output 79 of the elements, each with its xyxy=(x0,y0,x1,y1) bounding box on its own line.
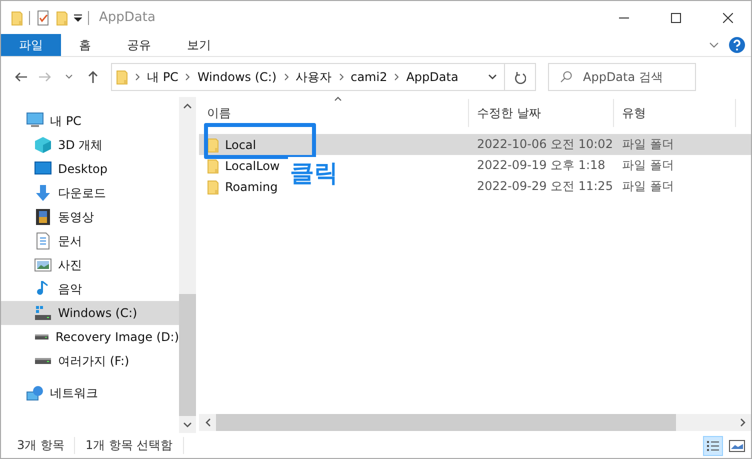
breadcrumb[interactable]: 내 PC xyxy=(147,68,178,86)
file-name: Local xyxy=(225,138,256,152)
window-title: AppData xyxy=(99,10,156,25)
large-icons-view-icon[interactable] xyxy=(729,440,745,452)
selection-count: 1개 항목 선택함 xyxy=(85,437,184,454)
sidebar-item[interactable]: 3D 개체 xyxy=(1,133,179,157)
breadcrumb[interactable]: 사용자 xyxy=(296,68,332,86)
folder-icon xyxy=(56,10,68,26)
back-arrow-icon[interactable] xyxy=(14,70,28,84)
date-modified: 2022-09-29 오전 11:25 xyxy=(477,178,613,195)
sidebar-item[interactable]: 네트워크 xyxy=(1,381,179,405)
chevron-icon xyxy=(185,73,190,81)
monitor-icon xyxy=(26,112,44,130)
column-header[interactable]: 수정한 날짜 xyxy=(469,99,614,127)
sidebar-item[interactable]: Recovery Image (D:) xyxy=(1,325,179,349)
drive-icon xyxy=(35,334,48,340)
maximize-icon[interactable] xyxy=(671,12,681,22)
sidebar-item[interactable]: Windows (C:) xyxy=(1,301,179,325)
breadcrumb[interactable]: AppData xyxy=(406,70,458,84)
details-view-icon[interactable] xyxy=(706,440,720,452)
sidebar-item[interactable]: Desktop xyxy=(1,157,179,181)
file-name[interactable]: LocalLow xyxy=(225,158,280,172)
chevron-icon xyxy=(338,73,344,81)
sort-ascending-icon xyxy=(334,96,342,101)
properties-icon[interactable] xyxy=(36,10,50,26)
ribbon-tab[interactable]: 파일 xyxy=(1,34,61,56)
file-type: 파일 폴더 xyxy=(622,178,674,195)
close-icon[interactable] xyxy=(723,12,733,22)
search-field[interactable]: AppData 검색 xyxy=(548,63,696,91)
download-arrow-icon xyxy=(34,184,52,202)
column-header[interactable]: 유형 xyxy=(614,99,736,127)
scroll-up-icon[interactable] xyxy=(183,102,192,108)
scrollbar-thumb[interactable] xyxy=(179,294,196,416)
folder-icon xyxy=(116,69,128,85)
breadcrumb[interactable]: Windows (C:) xyxy=(197,70,277,84)
expand-ribbon-icon[interactable] xyxy=(709,42,719,48)
network-icon xyxy=(26,384,44,402)
sidebar-item[interactable]: 사진 xyxy=(1,253,179,277)
ribbon-tab[interactable]: 공유 xyxy=(109,34,169,56)
file-row[interactable]: Local 2022-10-06 오전 10:02 파일 폴더 xyxy=(199,134,751,155)
scroll-left-icon[interactable] xyxy=(204,418,210,427)
film-icon xyxy=(34,208,52,226)
sidebar-item[interactable]: 음악 xyxy=(1,277,179,301)
breadcrumb[interactable]: cami2 xyxy=(350,70,388,84)
up-arrow-icon[interactable] xyxy=(86,70,100,84)
help-icon[interactable] xyxy=(729,37,745,53)
date-modified: 2022-10-06 오전 10:02 xyxy=(477,136,613,153)
dropdown-icon[interactable] xyxy=(488,74,497,80)
date-modified: 2022-09-19 오후 1:18 xyxy=(477,157,606,174)
folder-icon xyxy=(207,136,219,152)
picture-icon xyxy=(34,256,52,274)
sidebar-item[interactable]: 내 PC xyxy=(1,109,179,133)
drive-icon xyxy=(34,304,52,322)
file-name[interactable]: Roaming xyxy=(225,180,278,194)
sidebar-item[interactable]: 동영상 xyxy=(1,205,179,229)
sidebar-item[interactable]: 문서 xyxy=(1,229,179,253)
ribbon-tab[interactable]: 홈 xyxy=(61,34,109,56)
sidebar-item[interactable]: 여러가지 (F:) xyxy=(1,349,179,373)
ribbon-tab[interactable]: 보기 xyxy=(169,34,229,56)
file-type: 파일 폴더 xyxy=(622,157,674,174)
refresh-icon[interactable] xyxy=(514,70,526,84)
folder-icon xyxy=(207,178,219,194)
recent-dropdown-icon[interactable] xyxy=(65,74,73,80)
cube-icon xyxy=(34,136,52,154)
chevron-icon xyxy=(394,73,400,81)
item-count: 3개 항목 xyxy=(17,437,76,454)
chevron-icon xyxy=(284,73,289,81)
folder-icon xyxy=(207,158,219,174)
folder-icon xyxy=(11,10,23,26)
chevron-icon xyxy=(135,73,140,81)
document-icon xyxy=(34,232,52,250)
drive-icon xyxy=(35,358,51,364)
file-type: 파일 폴더 xyxy=(622,136,674,153)
scroll-down-icon[interactable] xyxy=(183,422,192,428)
column-header[interactable]: 이름 xyxy=(199,99,469,127)
dropdown-icon[interactable] xyxy=(74,14,82,22)
scrollbar-thumb[interactable] xyxy=(216,414,676,431)
sidebar-item[interactable]: 다운로드 xyxy=(1,181,179,205)
scroll-right-icon[interactable] xyxy=(740,418,746,427)
